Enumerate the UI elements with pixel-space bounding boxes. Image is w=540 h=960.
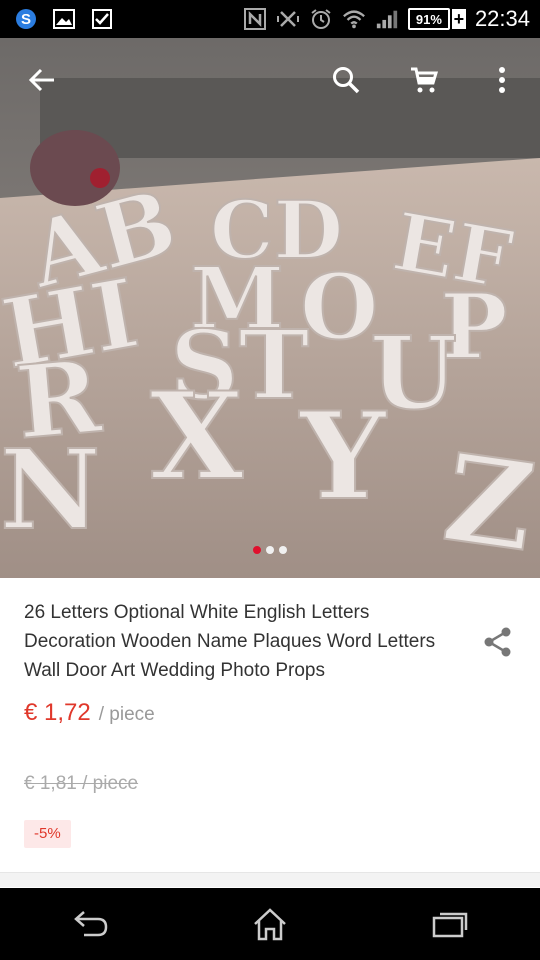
svg-text:Z: Z: [436, 427, 540, 578]
s-app-icon: S: [14, 7, 38, 31]
more-vert-icon: [499, 67, 505, 93]
back-nav-icon: [74, 911, 108, 937]
status-bar: S 91% + 22:34: [0, 0, 540, 38]
gallery-dot[interactable]: [279, 546, 287, 554]
section-divider: [0, 872, 540, 887]
svg-text:X: X: [150, 366, 243, 507]
vibrate-icon: [276, 7, 300, 31]
share-button[interactable]: [482, 626, 514, 663]
nav-recents-button[interactable]: [420, 899, 480, 949]
product-toolbar: [0, 38, 540, 122]
price-unit: / piece: [98, 704, 155, 725]
svg-text:Y: Y: [298, 386, 387, 527]
home-nav-icon: [254, 908, 286, 941]
gallery-icon: [52, 7, 76, 31]
signal-icon: [375, 7, 399, 31]
gallery-dot[interactable]: [266, 546, 274, 554]
more-options-button[interactable]: [478, 56, 526, 104]
search-button[interactable]: [322, 56, 370, 104]
nav-back-button[interactable]: [60, 899, 120, 949]
svg-text:O: O: [300, 254, 378, 360]
product-image-gallery[interactable]: AB CD EF HI M O P R ST U N X Y Z: [0, 38, 540, 578]
status-time: 22:34: [474, 6, 530, 31]
battery-icon: 91% +: [407, 8, 466, 30]
svg-text:N: N: [0, 425, 101, 554]
recents-nav-icon: [432, 912, 468, 938]
share-icon: [484, 627, 511, 657]
product-info: 26 Letters Optional White English Letter…: [0, 578, 540, 872]
nfc-icon: [243, 7, 267, 31]
search-icon: [333, 67, 360, 94]
gallery-dot[interactable]: [253, 546, 261, 554]
gallery-pagination: [0, 546, 540, 554]
cart-button[interactable]: [400, 56, 448, 104]
product-price: € 1,72: [24, 699, 91, 726]
svg-text:S: S: [21, 11, 31, 28]
original-price: € 1,81 / piece: [24, 773, 139, 794]
charging-plus-icon: +: [451, 9, 466, 29]
back-button[interactable]: [18, 56, 66, 104]
system-nav-bar: [0, 888, 540, 960]
nav-home-button[interactable]: [240, 899, 300, 949]
price-row: € 1,72 / piece: [24, 699, 155, 727]
battery-level: 91%: [407, 8, 450, 30]
checkbox-icon: [90, 7, 114, 31]
back-arrow-icon: [28, 68, 54, 92]
product-title: 26 Letters Optional White English Letter…: [24, 602, 436, 681]
cart-icon: [411, 67, 439, 93]
wifi-icon: [342, 7, 366, 31]
discount-badge: -5%: [24, 820, 71, 848]
alarm-icon: [309, 7, 333, 31]
